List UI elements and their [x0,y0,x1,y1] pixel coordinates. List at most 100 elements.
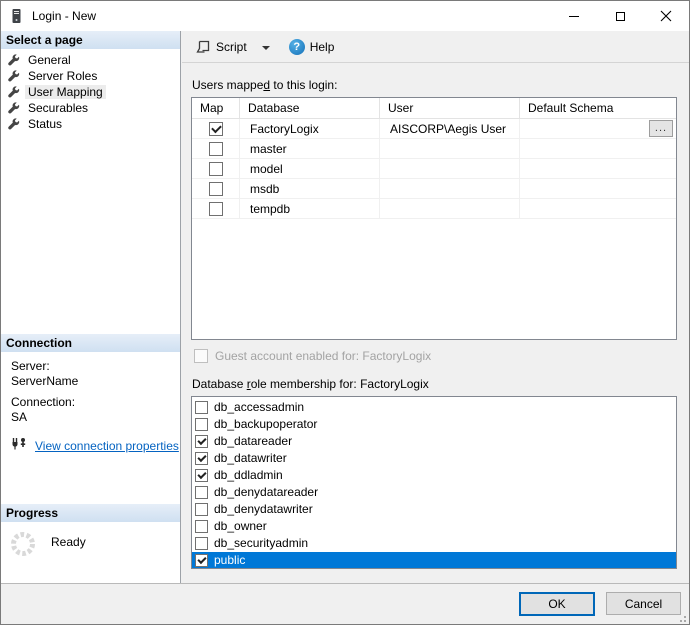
table-row[interactable]: FactoryLogix AISCORP\Aegis User ... [192,119,676,139]
table-row[interactable]: msdb [192,179,676,199]
role-checkbox[interactable] [195,520,208,533]
list-item-db-owner[interactable]: db_owner [192,518,676,535]
server-label: Server: [11,359,180,374]
database-cell: tempdb [240,199,380,219]
table-row[interactable]: tempdb [192,199,676,219]
role-checkbox[interactable] [195,435,208,448]
database-roles-list: db_accessadmin db_backupoperator db_data… [191,396,677,569]
database-cell: FactoryLogix [240,119,380,139]
window-title: Login - New [32,9,96,23]
close-button[interactable] [643,1,689,31]
role-checkbox[interactable] [195,503,208,516]
role-checkbox[interactable] [195,486,208,499]
login-new-dialog: Login - New Select a page General Server… [0,0,690,625]
list-item-db-securityadmin[interactable]: db_securityadmin [192,535,676,552]
progress-status: Ready [51,535,86,549]
user-cell[interactable]: AISCORP\Aegis User [380,119,520,139]
guest-account-row: Guest account enabled for: FactoryLogix [194,349,689,363]
map-checkbox[interactable] [209,162,223,176]
database-cell: master [240,139,380,159]
map-checkbox[interactable] [209,122,223,136]
sidebar-item-server-roles[interactable]: Server Roles [1,68,180,84]
help-label: Help [310,40,335,54]
sidebar-item-label: Status [25,117,65,131]
wrench-icon [8,118,20,130]
title-bar: Login - New [1,1,689,31]
map-checkbox[interactable] [209,202,223,216]
role-checkbox[interactable] [195,452,208,465]
map-checkbox[interactable] [209,182,223,196]
default-schema-cell[interactable]: ... [520,119,676,139]
column-header-default-schema: Default Schema [520,98,676,119]
list-item-db-denydatareader[interactable]: db_denydatareader [192,484,676,501]
help-icon: ? [289,39,305,55]
resize-grip[interactable] [677,612,687,622]
database-cell: model [240,159,380,179]
sidebar-item-general[interactable]: General [1,52,180,68]
view-connection-properties-link[interactable]: View connection properties [35,439,179,453]
role-checkbox[interactable] [195,469,208,482]
role-checkbox[interactable] [195,401,208,414]
minimize-button[interactable] [551,1,597,31]
default-schema-cell[interactable] [520,199,676,219]
table-header-row: Map Database User Default Schema [192,98,676,119]
sidebar-item-label: General [25,53,74,67]
help-button[interactable]: ? Help [274,36,340,58]
user-cell[interactable] [380,139,520,159]
page-list: General Server Roles User Mapping Secura… [1,49,180,132]
script-dropdown-icon[interactable] [262,46,270,50]
sidebar-item-status[interactable]: Status [1,116,180,132]
list-item-db-datawriter[interactable]: db_datawriter [192,450,676,467]
dialog-footer: OK Cancel [1,583,689,624]
guest-account-label: Guest account enabled for: FactoryLogix [215,349,431,363]
progress-section: Progress Ready [1,504,180,561]
user-cell[interactable] [380,179,520,199]
script-icon [195,39,211,55]
default-schema-cell[interactable] [520,159,676,179]
user-mapping-table: Map Database User Default Schema Factory… [191,97,677,340]
connection-section: Connection Server: ServerName Connection… [1,334,180,454]
default-schema-cell[interactable] [520,139,676,159]
maximize-icon [616,12,625,21]
select-a-page-section: Select a page General Server Roles User … [1,31,180,132]
user-cell[interactable] [380,159,520,179]
guest-account-checkbox [194,349,208,363]
table-row[interactable]: master [192,139,676,159]
role-checkbox[interactable] [195,418,208,431]
list-item-db-ddladmin[interactable]: db_ddladmin [192,467,676,484]
server-value: ServerName [11,374,180,389]
table-row[interactable]: model [192,159,676,179]
cancel-button[interactable]: Cancel [606,592,681,615]
maximize-button[interactable] [597,1,643,31]
toolbar: Script ? Help [182,31,689,63]
user-cell[interactable] [380,199,520,219]
browse-schema-button[interactable]: ... [649,120,673,137]
default-schema-cell[interactable] [520,179,676,199]
login-app-icon [10,8,23,24]
list-item-db-backupoperator[interactable]: db_backupoperator [192,416,676,433]
column-header-map: Map [192,98,240,119]
roles-label: Database role membership for: FactoryLog… [192,377,689,391]
sidebar-item-user-mapping[interactable]: User Mapping [1,84,180,100]
sidebar: Select a page General Server Roles User … [1,31,181,585]
list-item-db-denydatawriter[interactable]: db_denydatawriter [192,501,676,518]
ok-button[interactable]: OK [519,592,595,616]
list-item-db-datareader[interactable]: db_datareader [192,433,676,450]
sidebar-item-label: User Mapping [25,85,106,99]
wrench-icon [8,70,20,82]
connection-header: Connection [1,334,180,352]
role-checkbox[interactable] [195,537,208,550]
select-a-page-header: Select a page [1,31,180,49]
role-checkbox[interactable] [195,554,208,567]
list-item-db-accessadmin[interactable]: db_accessadmin [192,399,676,416]
close-icon [660,10,672,22]
map-checkbox[interactable] [209,142,223,156]
wrench-icon [8,86,20,98]
connection-label: Connection: [11,395,180,410]
main-panel: Script ? Help Users mapped to this login… [182,31,689,585]
column-header-database: Database [240,98,380,119]
wrench-icon [8,102,20,114]
list-item-public[interactable]: public [192,552,676,569]
sidebar-item-securables[interactable]: Securables [1,100,180,116]
script-button[interactable]: Script [190,36,252,58]
